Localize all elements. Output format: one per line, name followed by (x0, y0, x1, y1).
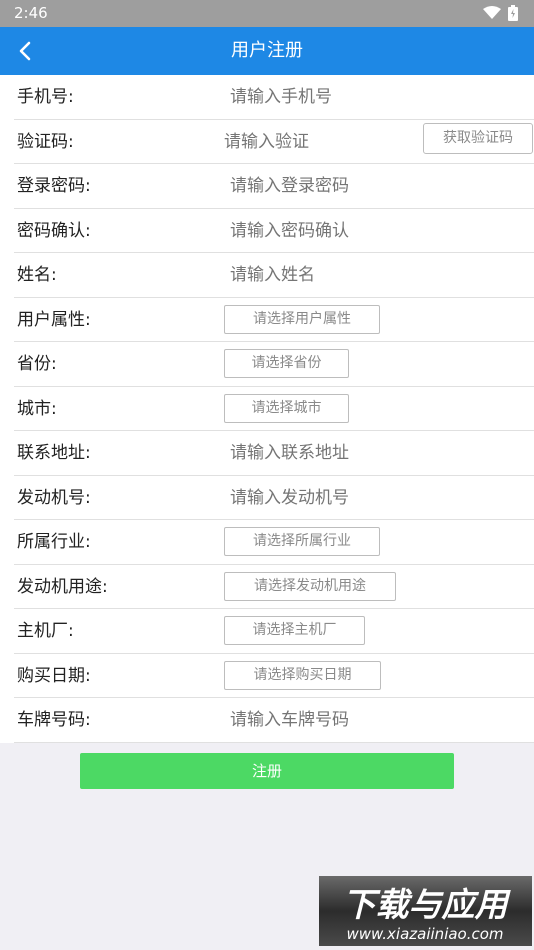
confirm-input[interactable] (230, 208, 520, 253)
confirm-label: 密码确认: (17, 220, 91, 241)
name-input[interactable] (230, 253, 520, 297)
oem-row: 主机厂: 请选择主机厂 (0, 609, 534, 654)
engine-use-row: 发动机用途: 请选择发动机用途 (0, 565, 534, 609)
svg-text:下载与应用: 下载与应用 (343, 885, 512, 924)
user-type-row: 用户属性: 请选择用户属性 (0, 298, 534, 342)
industry-select[interactable]: 请选择所属行业 (224, 527, 380, 556)
engine-use-select[interactable]: 请选择发动机用途 (224, 571, 396, 601)
status-bar: 2:46 (0, 0, 534, 27)
code-input[interactable] (224, 119, 414, 164)
industry-label: 所属行业: (17, 532, 91, 552)
phone-input[interactable] (230, 75, 520, 119)
engine-no-row: 发动机号: (0, 475, 534, 520)
industry-row: 所属行业: 请选择所属行业 (0, 520, 534, 565)
city-select[interactable]: 请选择城市 (224, 393, 349, 423)
battery-icon (508, 5, 518, 21)
code-label: 验证码: (17, 131, 74, 152)
address-row: 联系地址: (0, 431, 534, 476)
engine-no-label: 发动机号: (17, 487, 91, 508)
confirm-row: 密码确认: (0, 208, 534, 253)
app-bar: 用户注册 (0, 27, 534, 75)
purchase-date-label: 购买日期: (17, 665, 91, 686)
password-row: 登录密码: (0, 164, 534, 209)
back-arrow-icon (19, 41, 31, 61)
purchase-date-row: 购买日期: 请选择购买日期 (0, 654, 534, 698)
plate-input[interactable] (230, 698, 520, 742)
user-type-label: 用户属性: (17, 309, 91, 330)
name-row: 姓名: (0, 253, 534, 298)
status-time: 2:46 (14, 4, 48, 22)
plate-label: 车牌号码: (17, 710, 91, 730)
get-code-button[interactable]: 获取验证码 (423, 123, 533, 154)
oem-label: 主机厂: (17, 621, 74, 641)
city-row: 城市: 请选择城市 (0, 387, 534, 431)
province-row: 省份: 请选择省份 (0, 342, 534, 387)
registration-form: 手机号: 验证码: 登录密码: 密码确认: 姓名: 用户属性: 请选择用户属性 … (0, 75, 534, 743)
user-type-select[interactable]: 请选择用户属性 (224, 304, 380, 334)
back-button[interactable] (14, 37, 38, 65)
register-button[interactable]: 注册 (80, 753, 454, 789)
watermark-logo: 下载与应用 www.xiazaiiniao.com (319, 876, 532, 946)
svg-text:www.xiazaiiniao.com: www.xiazaiiniao.com (346, 925, 503, 943)
address-label: 联系地址: (17, 443, 91, 463)
password-input[interactable] (230, 164, 520, 208)
wifi-icon (483, 6, 501, 19)
phone-row: 手机号: (0, 75, 534, 120)
plate-row: 车牌号码: (0, 698, 534, 743)
oem-select[interactable]: 请选择主机厂 (224, 616, 365, 645)
engine-no-input[interactable] (230, 475, 520, 520)
page-title: 用户注册 (231, 40, 303, 61)
phone-label: 手机号: (17, 87, 74, 107)
name-label: 姓名: (17, 265, 57, 285)
password-label: 登录密码: (17, 176, 91, 196)
address-input[interactable] (230, 431, 520, 475)
province-select[interactable]: 请选择省份 (224, 349, 349, 378)
province-label: 省份: (17, 354, 57, 374)
engine-use-label: 发动机用途: (17, 576, 108, 597)
city-label: 城市: (17, 398, 57, 419)
purchase-date-select[interactable]: 请选择购买日期 (224, 660, 381, 690)
